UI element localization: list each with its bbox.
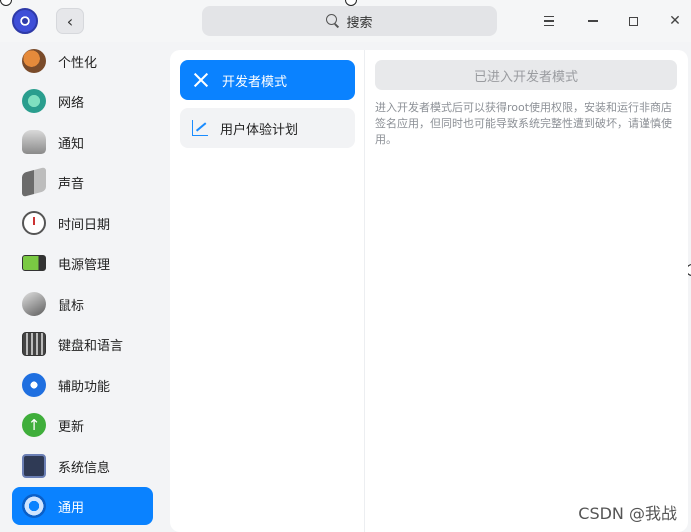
sidebar-item-mouse[interactable]: 鼠标	[12, 285, 153, 323]
tools-icon	[192, 71, 210, 89]
hamburger-icon	[544, 15, 554, 27]
menu-button[interactable]	[538, 10, 560, 32]
back-button[interactable]: ‹	[56, 8, 84, 34]
developer-mode-button[interactable]: 已进入开发者模式	[375, 60, 677, 90]
sidebar-item-personalization[interactable]: 个性化	[12, 42, 153, 80]
sidebar-item-accessibility[interactable]: 辅助功能	[12, 366, 153, 404]
maximize-icon	[628, 16, 638, 26]
sidebar-item-label: 键盘和语言	[58, 338, 124, 354]
update-icon	[22, 413, 46, 437]
bell-icon	[22, 130, 46, 154]
sidebar-item-label: 电源管理	[58, 257, 111, 273]
general-icon	[22, 494, 46, 518]
close-icon: ✕	[669, 13, 681, 29]
sidebar-item-keyboard[interactable]: 键盘和语言	[12, 325, 153, 363]
sidebar-item-label: 通用	[58, 500, 85, 516]
subnav-item-user-experience[interactable]: 用户体验计划	[180, 108, 355, 148]
sidebar-item-label: 网络	[58, 95, 85, 111]
search-input[interactable]: 搜索	[202, 6, 497, 36]
minimize-icon	[588, 20, 598, 22]
sidebar-item-label: 系统信息	[58, 460, 111, 476]
watermark: CSDN @我战	[578, 504, 677, 523]
developer-mode-content: 已进入开发者模式 进入开发者模式后可以获得root使用权限，安装和运行非商店签名…	[375, 60, 678, 148]
clock-icon	[22, 211, 46, 235]
subnav-item-developer-mode[interactable]: 开发者模式	[180, 60, 355, 100]
sidebar-item-label: 声音	[58, 176, 85, 192]
maximize-button[interactable]	[622, 10, 644, 32]
sidebar: 个性化 网络 通知 声音 时间日期 电源管理 鼠标 键盘和语言 辅助功能 更新 …	[0, 42, 162, 532]
subnav-item-label: 开发者模式	[222, 74, 288, 90]
sidebar-item-label: 个性化	[58, 55, 98, 71]
search-icon	[326, 14, 340, 28]
sidebar-item-label: 辅助功能	[58, 379, 111, 395]
sidebar-item-notifications[interactable]: 通知	[12, 123, 153, 161]
network-icon	[22, 89, 46, 113]
sidebar-item-network[interactable]: 网络	[12, 82, 153, 120]
sub-navigation: 开发者模式 用户体验计划	[170, 50, 365, 532]
search-placeholder: 搜索	[346, 15, 373, 31]
developer-mode-description: 进入开发者模式后可以获得root使用权限，安装和运行非商店签名应用，但同时也可能…	[375, 101, 673, 146]
sidebar-item-label: 更新	[58, 419, 85, 435]
app-logo-icon	[12, 8, 38, 34]
chart-icon	[192, 120, 208, 136]
sidebar-item-label: 鼠标	[58, 298, 85, 314]
keyboard-icon	[22, 332, 46, 356]
battery-icon	[22, 255, 46, 271]
sidebar-item-general[interactable]: 通用	[12, 487, 153, 525]
sidebar-item-label: 时间日期	[58, 217, 111, 233]
system-info-icon	[22, 454, 46, 478]
personalization-icon	[22, 49, 46, 73]
sidebar-item-label: 通知	[58, 136, 85, 152]
sidebar-item-system-info[interactable]: 系统信息	[12, 447, 153, 485]
close-button[interactable]: ✕	[664, 10, 686, 32]
sidebar-item-datetime[interactable]: 时间日期	[12, 204, 153, 242]
sidebar-item-sound[interactable]: 声音	[12, 163, 153, 201]
mouse-icon	[17, 287, 51, 321]
speaker-icon	[22, 166, 46, 198]
sidebar-item-update[interactable]: 更新	[12, 406, 153, 444]
sidebar-item-power[interactable]: 电源管理	[12, 244, 153, 282]
main-panel: 开发者模式 用户体验计划 已进入开发者模式 进入开发者模式后可以获得root使用…	[170, 50, 688, 532]
subnav-item-label: 用户体验计划	[220, 122, 299, 138]
title-bar: ‹ 搜索 ✕	[0, 0, 691, 42]
chevron-left-icon: ‹	[66, 11, 74, 31]
minimize-button[interactable]	[582, 10, 604, 32]
accessibility-icon	[22, 373, 46, 397]
